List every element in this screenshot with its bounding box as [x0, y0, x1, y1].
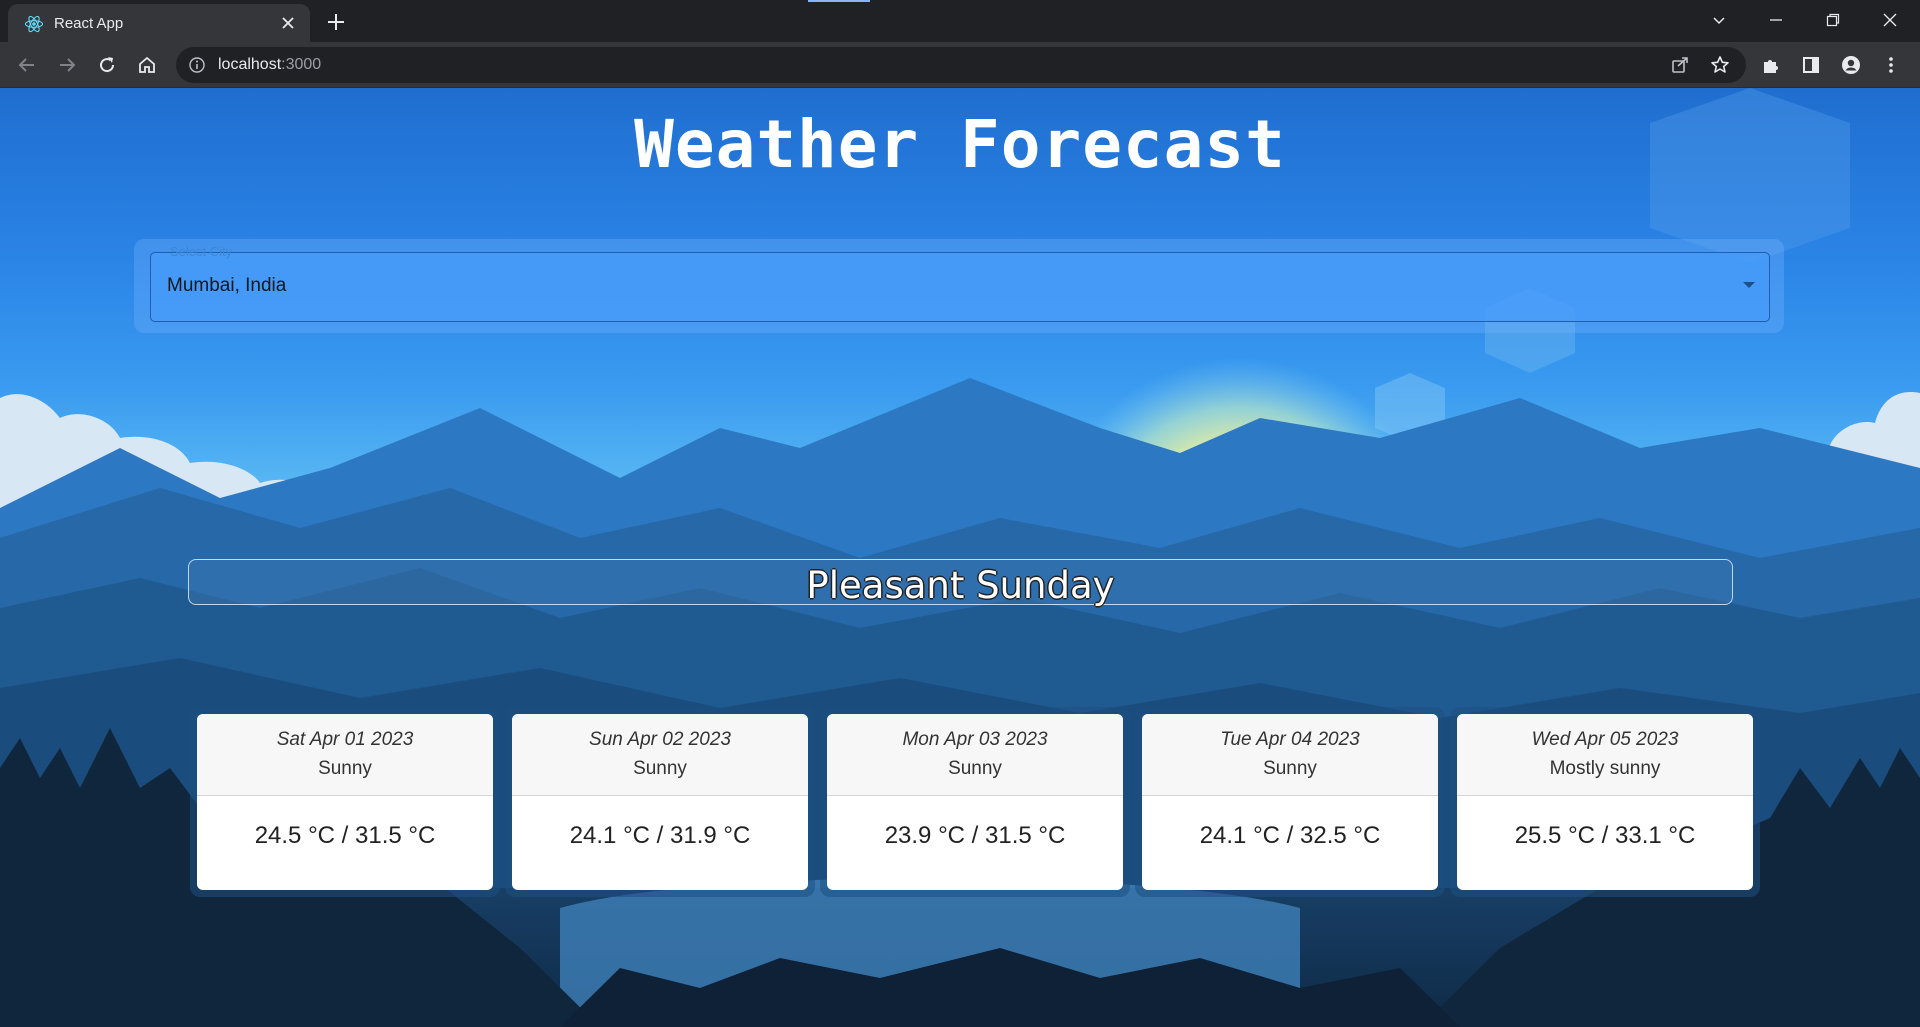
forecast-temperature: 24.5 °C / 31.5 °C	[254, 822, 436, 849]
side-panel-icon[interactable]	[1796, 50, 1826, 80]
forecast-temperature: 25.5 °C / 33.1 °C	[1514, 822, 1696, 849]
puzzle-icon[interactable]	[1756, 50, 1786, 80]
forecast-date: Mon Apr 03 2023	[902, 729, 1048, 750]
forecast-condition: Sunny	[948, 758, 1002, 779]
forecast-card-header: Wed Apr 05 2023 Mostly sunny	[1457, 714, 1753, 796]
forecast-card: Mon Apr 03 2023 Sunny 23.9 °C / 31.5 °C	[820, 707, 1130, 897]
forecast-temperature: 23.9 °C / 31.5 °C	[884, 822, 1066, 849]
forecast-card: Tue Apr 04 2023 Sunny 24.1 °C / 32.5 °C	[1135, 707, 1445, 897]
forecast-card-body: Sat Apr 01 2023 Sunny 24.5 °C / 31.5 °C	[197, 714, 493, 890]
kebab-menu-icon[interactable]	[1876, 50, 1906, 80]
forecast-date: Wed Apr 05 2023	[1531, 729, 1679, 750]
react-logo-icon	[24, 14, 44, 34]
tab-title: React App	[54, 15, 124, 32]
browser-toolbar: localhost:3000	[0, 42, 1920, 88]
forecast-card: Sat Apr 01 2023 Sunny 24.5 °C / 31.5 °C	[190, 707, 500, 897]
forecast-card-body: Wed Apr 05 2023 Mostly sunny 25.5 °C / 3…	[1457, 714, 1753, 890]
day-summary-banner: Pleasant Sunday	[188, 559, 1733, 607]
star-icon[interactable]	[1710, 55, 1730, 80]
forecast-condition: Sunny	[633, 758, 687, 779]
tab-search-indicator	[808, 0, 870, 2]
restore-icon[interactable]	[1813, 5, 1853, 35]
close-window-icon[interactable]	[1870, 5, 1910, 35]
browser-tab-bar: React App	[0, 0, 1920, 42]
forecast-date: Sat Apr 01 2023	[276, 729, 414, 750]
home-icon[interactable]	[132, 50, 162, 80]
city-select-value: Mumbai, India	[167, 275, 287, 296]
info-icon[interactable]	[188, 56, 206, 79]
minimize-icon[interactable]	[1756, 5, 1796, 35]
forecast-card-header: Sat Apr 01 2023 Sunny	[197, 714, 493, 796]
share-icon[interactable]	[1670, 55, 1690, 80]
url-port: :3000	[281, 56, 322, 73]
city-select[interactable]: Select City Mumbai, India	[150, 244, 1770, 322]
forecast-card-body: Sun Apr 02 2023 Sunny 24.1 °C / 31.9 °C	[512, 714, 808, 890]
forecast-card: Wed Apr 05 2023 Mostly sunny 25.5 °C / 3…	[1450, 707, 1760, 897]
reload-icon[interactable]	[92, 50, 122, 80]
forecast-card-header: Mon Apr 03 2023 Sunny	[827, 714, 1123, 796]
browser-tab[interactable]: React App	[8, 4, 310, 42]
arrow-left-icon[interactable]	[12, 50, 42, 80]
city-select-container: Select City Mumbai, India	[134, 239, 1784, 333]
forecast-condition: Sunny	[1263, 758, 1317, 779]
forecast-date: Tue Apr 04 2023	[1220, 729, 1360, 750]
forecast-cards: Sat Apr 01 2023 Sunny 24.5 °C / 31.5 °C …	[190, 707, 1762, 989]
close-icon[interactable]	[278, 13, 298, 33]
forecast-temperature: 24.1 °C / 31.9 °C	[569, 822, 751, 849]
address-bar[interactable]: localhost:3000	[176, 47, 1746, 83]
forecast-card-body: Tue Apr 04 2023 Sunny 24.1 °C / 32.5 °C	[1142, 714, 1438, 890]
arrow-right-icon[interactable]	[52, 50, 82, 80]
forecast-date: Sun Apr 02 2023	[589, 729, 731, 750]
forecast-condition: Sunny	[318, 758, 372, 779]
forecast-card-body: Mon Apr 03 2023 Sunny 23.9 °C / 31.5 °C	[827, 714, 1123, 890]
day-summary-text: Pleasant Sunday	[806, 564, 1115, 607]
tab-search-chevron-down-icon[interactable]	[1699, 5, 1739, 35]
forecast-card: Sun Apr 02 2023 Sunny 24.1 °C / 31.9 °C	[505, 707, 815, 897]
caret-down-icon[interactable]	[1743, 282, 1755, 288]
url-text: localhost:3000	[218, 56, 321, 74]
forecast-card-header: Tue Apr 04 2023 Sunny	[1142, 714, 1438, 796]
url-host: localhost	[218, 56, 282, 73]
page-content: Weather Forecast Select City Mumbai, Ind…	[0, 88, 1920, 1027]
city-select-label: Select City	[170, 244, 233, 259]
forecast-card-header: Sun Apr 02 2023 Sunny	[512, 714, 808, 796]
forecast-temperature: 24.1 °C / 32.5 °C	[1199, 822, 1381, 849]
profile-icon[interactable]	[1836, 50, 1866, 80]
forecast-condition: Mostly sunny	[1549, 758, 1661, 779]
plus-icon[interactable]	[322, 8, 350, 36]
page-title: Weather Forecast	[634, 106, 1286, 183]
